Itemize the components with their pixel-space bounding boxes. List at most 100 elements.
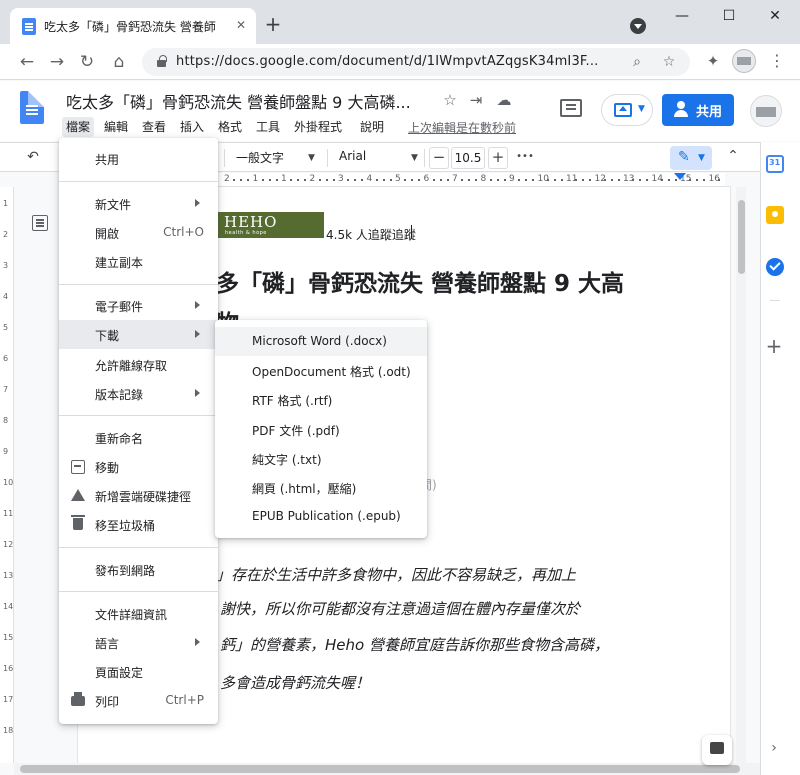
move-folder-icon[interactable]: ⇥ <box>467 91 485 109</box>
ruler-tick-mark <box>689 179 692 181</box>
ruler-tick-mark <box>261 179 264 181</box>
zoom-icon[interactable]: ⌕ <box>628 53 646 71</box>
new-tab-button[interactable]: + <box>262 13 284 35</box>
document-title[interactable]: 吃太多「磷」骨鈣恐流失 營養師盤點 9 大高磷... <box>66 89 434 111</box>
menu-help[interactable]: 說明 <box>356 117 388 137</box>
file-menu-item-version-history[interactable]: 版本記錄 <box>59 379 218 408</box>
browser-menu-icon[interactable]: ⋮ <box>768 51 786 71</box>
menu-tools[interactable]: 工具 <box>252 117 284 137</box>
horizontal-scroll-thumb[interactable] <box>20 765 740 773</box>
ruler-tick-mark <box>389 179 392 181</box>
share-button[interactable]: 共用 <box>662 94 734 126</box>
file-menu-item-download[interactable]: 下載 <box>59 320 218 349</box>
file-menu-item-offline[interactable]: 允許離線存取 <box>59 350 218 379</box>
ruler-tick-label: 1 <box>252 174 259 184</box>
font-size-decrease-button[interactable]: − <box>429 147 449 169</box>
download-html[interactable]: 網頁 (.html，壓縮) <box>215 473 427 502</box>
url-text[interactable]: https://docs.google.com/document/d/1IWmp… <box>176 54 606 70</box>
forward-button[interactable]: → <box>46 51 68 73</box>
document-outline-icon[interactable] <box>32 215 48 231</box>
menu-item-label: 版本記錄 <box>95 388 144 402</box>
ruler-tick-mark <box>560 179 563 181</box>
menu-view[interactable]: 查看 <box>138 117 170 137</box>
keep-icon[interactable] <box>766 206 784 224</box>
docs-logo-icon[interactable] <box>20 91 44 124</box>
menu-file[interactable]: 檔案 <box>62 117 95 137</box>
account-avatar[interactable] <box>750 95 782 127</box>
cloud-status-icon[interactable]: ☁ <box>495 91 513 109</box>
right-indent-marker[interactable] <box>674 173 686 180</box>
download-txt[interactable]: 純文字 (.txt) <box>215 444 427 473</box>
file-menu-item-page-setup[interactable]: 頁面設定 <box>59 657 218 686</box>
file-menu-item-move[interactable]: 移動 <box>59 452 218 481</box>
calendar-icon[interactable] <box>766 155 784 173</box>
menu-item-label: 新增雲端硬碟捷徑 <box>95 490 192 504</box>
star-icon[interactable]: ☆ <box>441 91 459 109</box>
horizontal-ruler[interactable]: 2 1 1 2 3 4 5 6 7 8 9 10 11 12 13 14 15 16 <box>180 173 725 187</box>
side-panel-divider <box>770 300 780 301</box>
paragraph-style-select[interactable]: 一般文字 <box>236 149 316 167</box>
ruler-tick-mark <box>589 179 592 181</box>
file-menu-item-language[interactable]: 語言 <box>59 628 218 657</box>
file-menu-item-rename[interactable]: 重新命名 <box>59 423 218 452</box>
vertical-scroll-thumb[interactable] <box>738 200 745 274</box>
lock-icon[interactable] <box>156 55 167 67</box>
ruler-tick-mark <box>617 179 620 181</box>
editing-mode-button[interactable]: ✎ ▼ <box>670 146 712 170</box>
download-pdf[interactable]: PDF 文件 (.pdf) <box>215 415 427 444</box>
body-line: 「磷」存在於生活中許多食物中，因此不容易缺乏，再加上 <box>186 566 577 584</box>
file-menu-item-details[interactable]: 文件詳細資訊 <box>59 599 218 628</box>
ruler-tick-label: 8 <box>3 416 9 425</box>
present-icon <box>614 103 632 117</box>
file-menu-item-share[interactable]: 共用 <box>59 144 218 173</box>
explore-icon[interactable] <box>702 735 732 765</box>
extensions-icon[interactable]: ✦ <box>704 52 722 70</box>
download-epub[interactable]: EPUB Publication (.epub) <box>215 502 427 531</box>
menu-edit[interactable]: 編輯 <box>100 117 132 137</box>
present-button[interactable]: ▼ <box>601 94 653 126</box>
font-caret-icon: ▼ <box>411 153 418 163</box>
file-menu-item-make-copy[interactable]: 建立副本 <box>59 247 218 276</box>
file-menu-item-new[interactable]: 新文件 <box>59 189 218 218</box>
comments-icon[interactable] <box>560 99 582 117</box>
download-option-label: OpenDocument 格式 (.odt) <box>252 365 411 379</box>
vertical-ruler[interactable]: 1 2 3 4 5 6 7 8 9 10 11 12 13 14 15 16 17 18 <box>0 187 14 763</box>
expand-side-panel-icon[interactable]: › <box>764 738 784 758</box>
menu-format[interactable]: 格式 <box>214 117 246 137</box>
url-box[interactable]: https://docs.google.com/document/d/1IWmp… <box>142 48 690 76</box>
tab-search-icon[interactable] <box>630 18 646 34</box>
font-family-select[interactable]: Arial <box>339 149 419 167</box>
more-options-icon[interactable]: ••• <box>516 148 534 166</box>
menu-insert[interactable]: 插入 <box>176 117 208 137</box>
undo-icon[interactable]: ↶ <box>24 148 42 166</box>
file-menu-item-print[interactable]: 列印 Ctrl+P <box>59 686 218 715</box>
download-odt[interactable]: OpenDocument 格式 (.odt) <box>215 356 427 385</box>
file-menu-item-trash[interactable]: 移至垃圾桶 <box>59 510 218 539</box>
browser-tab[interactable]: 吃太多「磷」骨鈣恐流失 營養師 ✕ <box>10 8 256 44</box>
last-edit-link[interactable]: 上次編輯是在數秒前 <box>408 119 516 136</box>
font-size-input[interactable]: 10.5 <box>451 147 485 169</box>
file-menu-item-add-shortcut[interactable]: 新增雲端硬碟捷徑 <box>59 481 218 510</box>
file-menu-item-email[interactable]: 電子郵件 <box>59 291 218 320</box>
download-docx[interactable]: Microsoft Word (.docx) <box>215 327 427 356</box>
reload-button[interactable]: ↻ <box>76 51 98 73</box>
font-size-increase-button[interactable]: + <box>488 147 508 169</box>
window-close-button[interactable]: ✕ <box>760 6 790 26</box>
back-button[interactable]: ← <box>16 51 38 73</box>
file-menu-item-open[interactable]: 開啟 Ctrl+O <box>59 218 218 247</box>
docs-header: 吃太多「磷」骨鈣恐流失 營養師盤點 9 大高磷... ☆ ⇥ ☁ 檔案 編輯 查… <box>0 81 800 141</box>
file-menu-item-publish[interactable]: 發布到網路 <box>59 555 218 584</box>
menu-addons[interactable]: 外掛程式 <box>290 117 346 137</box>
address-bar-row: ← → ↻ ⌂ https://docs.google.com/document… <box>0 44 800 80</box>
toolbar-divider <box>224 149 225 167</box>
download-rtf[interactable]: RTF 格式 (.rtf) <box>215 385 427 414</box>
home-button[interactable]: ⌂ <box>108 51 130 73</box>
bookmark-star-icon[interactable]: ☆ <box>660 53 678 71</box>
add-addon-icon[interactable]: + <box>764 336 784 356</box>
tasks-icon[interactable] <box>766 258 784 276</box>
collapse-menus-icon[interactable]: ⌃ <box>724 148 742 166</box>
window-minimize-button[interactable]: — <box>667 6 697 26</box>
browser-profile-avatar[interactable] <box>732 49 756 73</box>
window-maximize-button[interactable]: ☐ <box>714 6 744 26</box>
tab-close-icon[interactable]: ✕ <box>232 16 250 34</box>
